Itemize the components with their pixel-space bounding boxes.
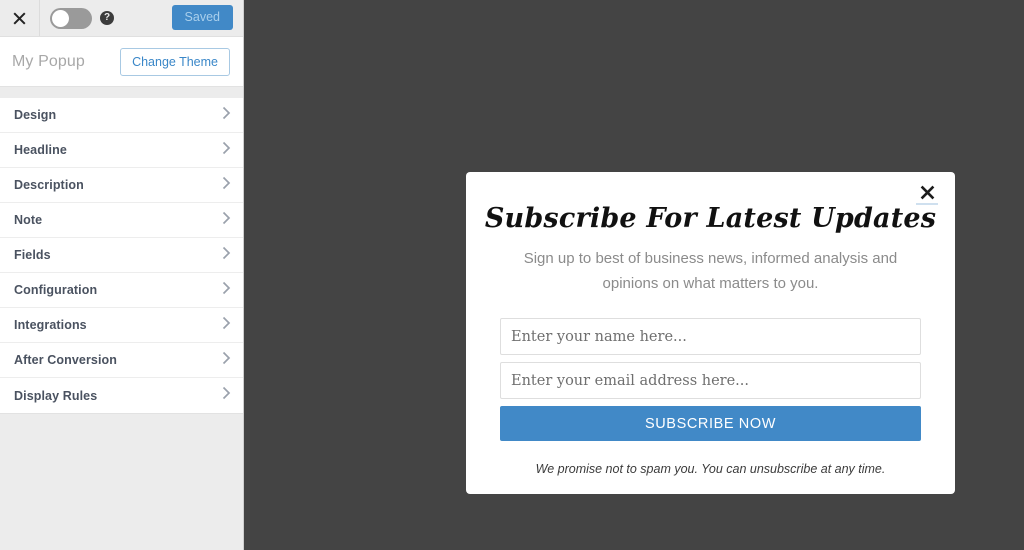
subscribe-form: SUBSCRIBE NOW [466, 296, 955, 441]
chevron-right-icon [222, 316, 231, 335]
sidebar-item-configuration[interactable]: Configuration [0, 273, 243, 308]
sidebar-item-label: Integrations [14, 318, 87, 332]
toggle-group: ? [40, 7, 114, 29]
subscribe-button[interactable]: SUBSCRIBE NOW [500, 406, 921, 441]
sidebar-item-note[interactable]: Note [0, 203, 243, 238]
chevron-right-icon [222, 246, 231, 265]
sidebar-menu: Design Headline Description Note Fields … [0, 98, 243, 414]
sidebar-item-label: Configuration [14, 283, 98, 297]
popup-preview: Subscribe For Latest Updates Sign up to … [466, 172, 955, 494]
sidebar-item-label: Display Rules [14, 388, 98, 403]
sidebar-spacer [0, 87, 243, 98]
chevron-right-icon [222, 386, 231, 405]
sidebar-item-label: Note [14, 213, 43, 227]
editor-sidebar: ? Saved My Popup Change Theme Design Hea… [0, 0, 244, 550]
chevron-right-icon [222, 106, 231, 125]
chevron-right-icon [222, 281, 231, 300]
sidebar-item-fields[interactable]: Fields [0, 238, 243, 273]
sidebar-item-headline[interactable]: Headline [0, 133, 243, 168]
sidebar-item-label: After Conversion [14, 353, 118, 367]
help-icon[interactable]: ? [100, 11, 114, 25]
sidebar-item-design[interactable]: Design [0, 98, 243, 133]
sidebar-item-label: Fields [14, 248, 51, 262]
sidebar-item-description[interactable]: Description [0, 168, 243, 203]
sidebar-item-display-rules[interactable]: Display Rules [0, 378, 243, 413]
sidebar-item-label: Design [14, 108, 57, 122]
saved-button[interactable]: Saved [171, 5, 233, 30]
popup-description: Sign up to best of business news, inform… [523, 250, 898, 292]
chevron-right-icon [222, 141, 231, 160]
popup-heading: Subscribe For Latest Updates [484, 203, 937, 234]
preview-canvas: Subscribe For Latest Updates Sign up to … [245, 0, 1024, 550]
name-input[interactable] [500, 318, 921, 355]
email-input[interactable] [500, 362, 921, 399]
sidebar-item-integrations[interactable]: Integrations [0, 308, 243, 343]
page-title: My Popup [12, 52, 85, 70]
app-root: ? Saved My Popup Change Theme Design Hea… [0, 0, 1024, 550]
sidebar-empty-area [0, 414, 243, 550]
popup-title-row: My Popup Change Theme [0, 36, 243, 87]
enable-toggle[interactable] [50, 7, 92, 29]
popup-footnote: We promise not to spam you. You can unsu… [535, 462, 886, 476]
sidebar-item-label: Description [14, 178, 84, 192]
close-icon[interactable] [916, 185, 938, 205]
sidebar-item-after-conversion[interactable]: After Conversion [0, 343, 243, 378]
chevron-right-icon [222, 351, 231, 370]
sidebar-toolbar: ? Saved [0, 0, 243, 36]
chevron-right-icon [222, 176, 231, 195]
close-icon[interactable] [0, 0, 40, 36]
sidebar-item-label: Headline [14, 143, 67, 157]
toggle-knob [52, 9, 69, 27]
change-theme-button[interactable]: Change Theme [120, 47, 230, 76]
chevron-right-icon [222, 211, 231, 230]
